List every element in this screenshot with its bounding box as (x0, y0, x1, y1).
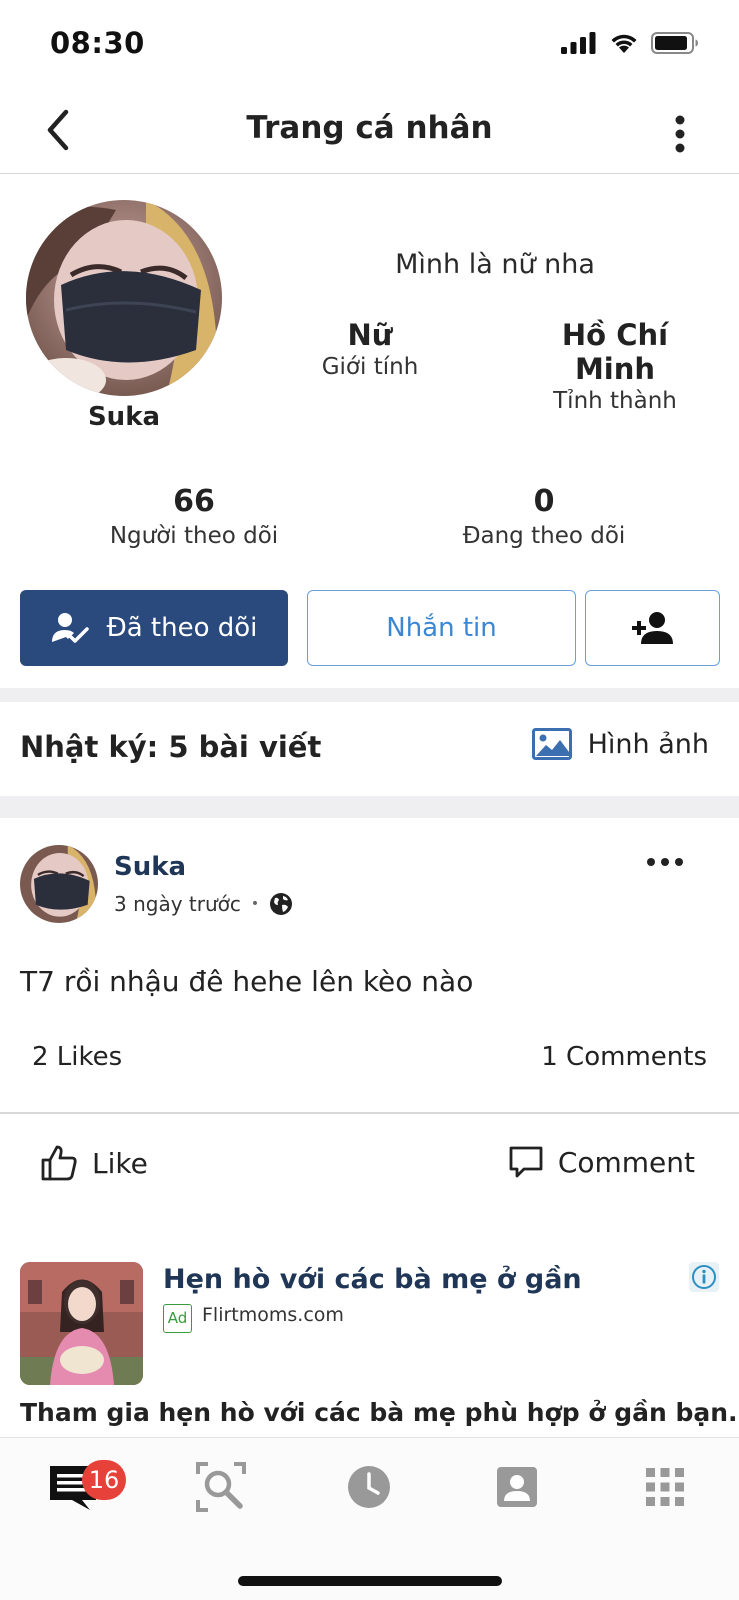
like-button[interactable]: Like (40, 1144, 148, 1182)
ad-domain[interactable]: Flirtmoms.com (202, 1304, 344, 1326)
meta-separator: • (250, 896, 260, 912)
profile-bio: Mình là nữ nha (395, 249, 595, 280)
more-options-button[interactable] (673, 114, 687, 154)
more-vertical-icon (675, 115, 685, 153)
user-check-icon (51, 613, 89, 643)
photos-link[interactable]: Hình ảnh (531, 728, 709, 760)
tab-profile[interactable] (492, 1462, 542, 1512)
add-friend-button[interactable] (585, 590, 720, 666)
info-icon (689, 1262, 719, 1292)
ad-badge: Ad (163, 1304, 192, 1333)
signal-icon (561, 32, 596, 54)
post-text: T7 rồi nhậu đê hehe lên kèo nào (20, 965, 474, 998)
avatar-photo (20, 845, 98, 923)
post-time: 3 ngày trước (114, 892, 241, 916)
following-label: Đang theo dõi (462, 523, 626, 549)
city-label: Tỉnh thành (553, 388, 677, 414)
dot (661, 858, 669, 866)
search-icon (196, 1462, 246, 1512)
gender-label: Giới tính (321, 354, 419, 380)
following-count: 0 (533, 484, 555, 519)
messages-badge: 16 (82, 1460, 126, 1500)
gender-info: Nữ Giới tính (300, 318, 440, 380)
diary-title: Nhật ký: 5 bài viết (20, 730, 322, 764)
ad-image[interactable] (20, 1262, 143, 1385)
message-button[interactable]: Nhắn tin (307, 590, 576, 666)
city-info: Hồ Chí Minh Tỉnh thành (520, 318, 710, 414)
add-user-icon (631, 612, 673, 644)
ad-description: Tham gia hẹn hò với các bà mẹ phù hợp ở … (20, 1398, 738, 1427)
status-icons (561, 32, 699, 54)
nav-bar: Trang cá nhân (0, 90, 739, 174)
dot (675, 858, 683, 866)
message-button-label: Nhắn tin (386, 613, 497, 643)
ad-photo (20, 1262, 143, 1385)
post-meta: 3 ngày trước • (114, 892, 293, 916)
followers-count: 66 (173, 484, 215, 519)
thumbs-up-icon (41, 1145, 77, 1181)
like-label: Like (92, 1146, 148, 1180)
apps-grid-icon (646, 1468, 684, 1506)
post-comments-count[interactable]: 1 Comments (541, 1042, 707, 1072)
image-icon (531, 728, 572, 760)
ad-info-button[interactable] (689, 1262, 719, 1292)
comment-button[interactable]: Comment (508, 1144, 695, 1180)
status-time: 08:30 (50, 26, 145, 60)
comment-icon (509, 1146, 543, 1178)
city-value: Hồ Chí Minh (561, 318, 669, 386)
comment-label: Comment (557, 1145, 695, 1179)
home-indicator[interactable] (238, 1576, 502, 1586)
avatar-photo (26, 200, 222, 396)
wifi-icon (611, 34, 637, 53)
post-author-name[interactable]: Suka (114, 852, 186, 882)
tab-history[interactable] (344, 1462, 394, 1512)
tab-search[interactable] (196, 1462, 246, 1512)
battery-icon (651, 32, 698, 54)
profile-icon (497, 1467, 537, 1507)
tab-more[interactable] (640, 1462, 690, 1512)
section-divider (0, 796, 739, 818)
followed-button-label: Đã theo dõi (106, 613, 258, 643)
gender-value: Nữ (347, 318, 393, 352)
status-bar: 08:30 (0, 0, 739, 90)
followers-stat[interactable]: 66 Người theo dõi (94, 484, 294, 549)
following-stat[interactable]: 0 Đang theo dõi (444, 484, 644, 549)
section-divider (0, 688, 739, 702)
page-title: Trang cá nhân (246, 110, 493, 146)
post-divider (0, 1112, 739, 1114)
post-likes-count[interactable]: 2 Likes (32, 1042, 122, 1072)
post-author-avatar[interactable] (20, 845, 98, 923)
clock-icon (348, 1466, 390, 1508)
globe-icon (270, 893, 293, 915)
post-more-button[interactable] (647, 858, 683, 866)
followed-button[interactable]: Đã theo dõi (20, 590, 288, 666)
ad-title[interactable]: Hẹn hò với các bà mẹ ở gần (163, 1264, 582, 1295)
dot (647, 858, 655, 866)
profile-name: Suka (87, 402, 161, 432)
photos-label: Hình ảnh (587, 728, 709, 760)
followers-label: Người theo dõi (109, 523, 279, 549)
profile-avatar[interactable] (26, 200, 222, 396)
